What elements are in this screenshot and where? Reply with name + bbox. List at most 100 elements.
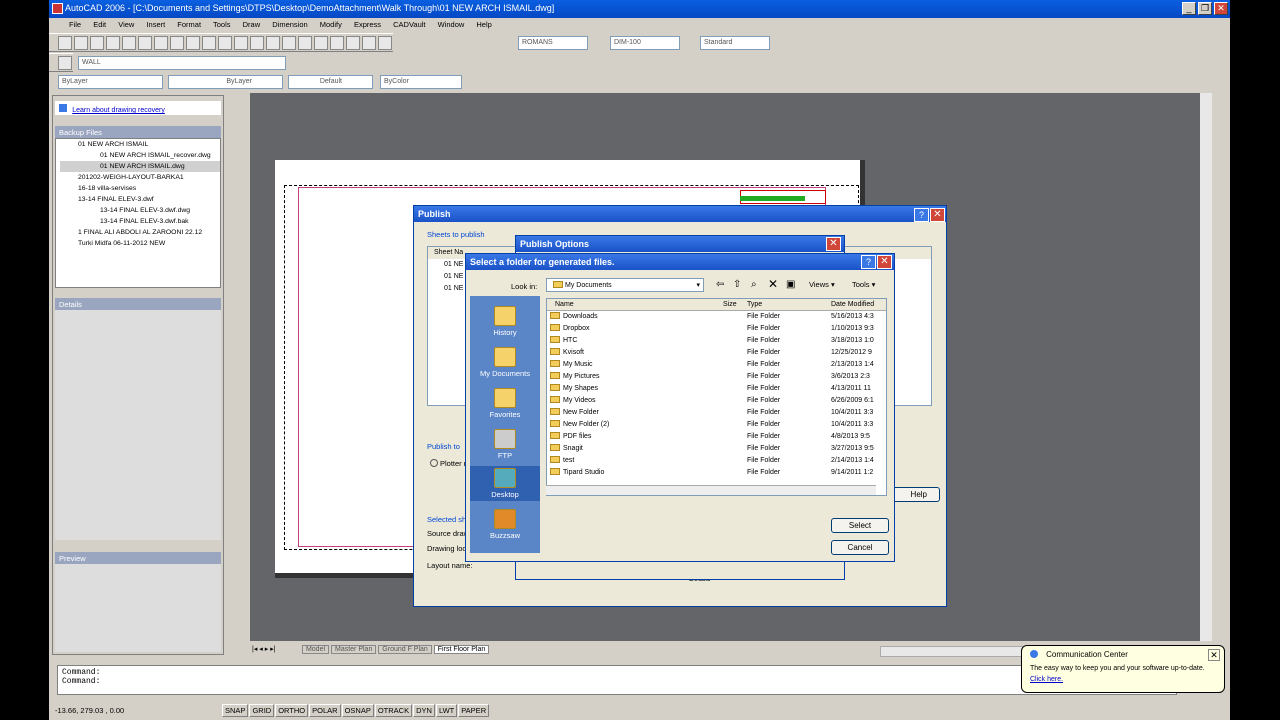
open-icon[interactable] [74,36,88,50]
place-desktop[interactable]: Desktop [470,466,540,501]
file-row[interactable]: My Pictures File Folder 3/6/2013 2:3 [547,371,886,383]
menu-help[interactable]: Help [476,20,491,29]
look-in-combo[interactable]: My Documents ▾ [546,278,704,292]
file-row[interactable]: Snagit File Folder 3/27/2013 9:5 [547,443,886,455]
place-history[interactable]: History [470,306,540,337]
file-row[interactable]: HTC File Folder 3/18/2013 1:0 [547,335,886,347]
file-row[interactable]: PDF files File Folder 4/8/2013 9:5 [547,431,886,443]
layer-manager-icon[interactable] [58,56,72,70]
ortho-toggle[interactable]: ORTHO [275,704,309,717]
tab-first-floor-plan[interactable]: First Floor Plan [433,645,490,654]
tool-palettes-icon[interactable] [346,36,360,50]
polar-toggle[interactable]: POLAR [309,704,341,717]
close-button[interactable]: ✕ [1214,2,1228,15]
osnap-toggle[interactable]: OSNAP [341,704,374,717]
lwt-toggle[interactable]: LWT [435,704,458,717]
place-my-documents[interactable]: My Documents [470,347,540,378]
menu-view[interactable]: View [118,20,134,29]
paper-toggle[interactable]: PAPER [458,704,490,717]
file-row[interactable]: Kvisoft File Folder 12/25/2012 9 [547,347,886,359]
plotstyle-combo[interactable]: ByColor [380,75,462,89]
place-favorites[interactable]: Favorites [470,388,540,419]
publish-close-button[interactable]: ✕ [930,208,945,222]
tab-ground-floor-plan[interactable]: Ground F Plan [378,645,432,654]
tools-button[interactable]: Tools ▾ [852,280,875,289]
tree-item[interactable]: 01 NEW ARCH ISMAIL.dwg [60,161,220,172]
snap-toggle[interactable]: SNAP [222,704,249,717]
folder-close-button[interactable]: ✕ [877,255,892,269]
tree-item[interactable]: 01 NEW ARCH ISMAIL_recover.dwg [60,150,220,161]
properties-icon[interactable] [314,36,328,50]
search-icon[interactable]: ⌕ [751,279,757,290]
minimize-button[interactable]: _ [1182,2,1196,15]
zoom-icon[interactable] [266,36,280,50]
back-icon[interactable]: ⇦ [716,279,724,290]
tree-item[interactable]: 16-18 villa-servises [60,183,220,194]
balloon-close-button[interactable]: ✕ [1208,649,1220,661]
menu-window[interactable]: Window [438,20,465,29]
layer-combo[interactable]: WALL [78,56,286,70]
dyn-toggle[interactable]: DYN [413,704,435,717]
publish-help-button[interactable]: Help [888,487,940,502]
pan-icon[interactable] [250,36,264,50]
balloon-link[interactable]: Click here. [1030,676,1216,683]
match-properties-icon[interactable] [202,36,216,50]
menu-insert[interactable]: Insert [146,20,165,29]
file-row[interactable]: New Folder (2) File Folder 10/4/2011 3:3 [547,419,886,431]
new-icon[interactable] [58,36,72,50]
recovery-link[interactable]: Learn about drawing recovery [72,107,165,114]
undo-icon[interactable] [218,36,232,50]
file-row[interactable]: test File Folder 2/14/2013 1:4 [547,455,886,467]
menu-modify[interactable]: Modify [320,20,342,29]
folder-help-icon[interactable]: ? [861,255,876,269]
col-name[interactable]: Name [555,299,574,311]
tree-item[interactable]: Turki Midfa 06-11-2012 NEW [60,238,220,249]
tree-item[interactable]: 13-14 FINAL ELEV-3.dwf.bak [60,216,220,227]
dim-style-combo[interactable]: DIM-100 [610,36,680,50]
up-folder-icon[interactable]: ⇧ [733,279,741,290]
paste-icon[interactable] [186,36,200,50]
otrack-toggle[interactable]: OTRACK [374,704,413,717]
place-buzzsaw[interactable]: Buzzsaw [470,509,540,540]
menu-tools[interactable]: Tools [213,20,231,29]
tab-nav-icon[interactable]: |◂ ◂ ▸ ▸| [252,645,300,653]
file-row[interactable]: Tipard Studio File Folder 9/14/2011 1:2 [547,467,886,479]
col-type[interactable]: Type [747,299,762,311]
color-combo[interactable]: ByLayer [58,75,163,89]
details-header[interactable]: Details [55,298,221,310]
file-row[interactable]: My Videos File Folder 6/26/2009 6:1 [547,395,886,407]
coordinates[interactable]: -13.66, 279.03 , 0.00 [55,706,124,715]
publish-icon[interactable] [138,36,152,50]
publish-options-close-button[interactable]: ✕ [826,237,841,251]
tree-item[interactable]: 13-14 FINAL ELEV-3.dwf.dwg [60,205,220,216]
col-date[interactable]: Date Modified [831,299,874,311]
redo-icon[interactable] [234,36,248,50]
file-row[interactable]: My Music File Folder 2/13/2013 1:4 [547,359,886,371]
save-icon[interactable] [90,36,104,50]
restore-button[interactable]: ❐ [1198,2,1212,15]
lineweight-combo[interactable]: Default [288,75,373,89]
menu-cadvault[interactable]: CADVault [393,20,425,29]
help-icon[interactable] [378,36,392,50]
copy-icon[interactable] [170,36,184,50]
text-style-combo[interactable]: ROMANS [518,36,588,50]
new-folder-icon[interactable]: ▣ [786,279,795,290]
design-center-icon[interactable] [330,36,344,50]
linetype-combo[interactable]: ByLayer [168,75,283,89]
plotter-radio[interactable]: Plotter n [430,459,468,468]
menu-format[interactable]: Format [177,20,201,29]
file-list-hscroll[interactable] [546,485,876,495]
file-row[interactable]: Dropbox File Folder 1/10/2013 9:3 [547,323,886,335]
col-size[interactable]: Size [723,299,737,311]
scrollbar-vertical[interactable] [1200,93,1212,641]
menu-express[interactable]: Express [354,20,381,29]
delete-icon[interactable]: ✕ [768,277,778,291]
select-button[interactable]: Select [831,518,889,533]
command-line[interactable]: Command: Command: [57,665,1177,695]
file-row[interactable]: Downloads File Folder 5/16/2013 4:3 [547,311,886,323]
file-row[interactable]: New Folder File Folder 10/4/2011 3:3 [547,407,886,419]
file-row[interactable]: My Shapes File Folder 4/13/2011 11 [547,383,886,395]
tree-item[interactable]: 13-14 FINAL ELEV-3.dwf [60,194,220,205]
zoom-window-icon[interactable] [282,36,296,50]
preview-header[interactable]: Preview [55,552,221,564]
